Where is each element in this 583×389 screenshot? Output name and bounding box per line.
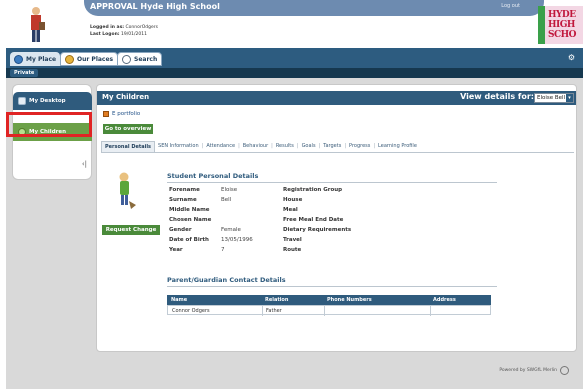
panel-header: My Children View details for: Eloise Bel… <box>97 91 576 105</box>
last-logon-date: 19/01/2011 <box>121 32 147 37</box>
app-header: APPROVAL Hyde High School Log out Logged… <box>0 0 583 48</box>
search-icon <box>122 54 131 64</box>
main-area: My Desktop My Children ‹| My Children Vi… <box>6 78 583 389</box>
home-icon <box>14 54 23 64</box>
merlin-logo-icon <box>560 366 569 375</box>
tab-our-places[interactable]: Our Places <box>60 52 119 66</box>
detail-row: Date of Birth 13/05/1996 Travel <box>169 237 302 243</box>
detail-row: Chosen Name Free Meal End Date <box>169 217 344 223</box>
student-details-title: Student Personal Details <box>167 172 259 180</box>
subtab-sen-information[interactable]: SEN Information <box>155 143 202 149</box>
view-details-label: View details for: <box>460 92 534 101</box>
tab-private[interactable]: Private <box>10 69 39 77</box>
highlight-box <box>6 112 92 137</box>
tab-my-place[interactable]: My Place <box>10 52 61 66</box>
subtab-personal-details[interactable]: Personal Details <box>101 140 156 152</box>
tab-search[interactable]: Search <box>117 52 163 66</box>
detail-row: Middle Name Meal <box>169 207 298 213</box>
logged-in-user: ConnorOdgers <box>125 25 158 30</box>
subtab-behaviour[interactable]: Behaviour <box>240 143 271 149</box>
request-change-button[interactable]: Request Change <box>102 225 160 235</box>
student-avatar-icon <box>119 172 136 209</box>
main-tab-bar: My Place Our Places Search ⚙ <box>6 48 583 68</box>
collapse-sidebar-icon[interactable]: ‹| <box>82 160 87 168</box>
go-to-overview-button[interactable]: Go to overview <box>103 124 153 134</box>
detail-row: Forename Eloise Registration Group <box>169 187 343 193</box>
sidebar-item-my-desktop[interactable]: My Desktop <box>13 92 92 110</box>
powered-by-footer: Powered by SWGfL Merlin <box>499 366 569 375</box>
globe-icon <box>65 54 74 64</box>
subtab-results[interactable]: Results <box>273 143 297 149</box>
subtab-targets[interactable]: Targets <box>320 143 344 149</box>
subtab-progress[interactable]: Progress <box>346 143 373 149</box>
school-banner: APPROVAL Hyde High School Log out <box>84 0 544 16</box>
detail-row: Gender Female Dietary Requirements <box>169 227 352 233</box>
chevron-down-icon: ▾ <box>566 94 573 102</box>
school-title: APPROVAL Hyde High School <box>90 2 220 11</box>
contact-details-title: Parent/Guardian Contact Details <box>167 276 286 284</box>
subtab-attendance[interactable]: Attendance <box>203 143 238 149</box>
desktop-icon <box>18 97 26 105</box>
settings-icon[interactable]: ⚙ <box>568 53 575 62</box>
portfolio-icon <box>103 111 109 117</box>
login-info: Logged in as: ConnorOdgers Last Logon: 1… <box>90 25 158 37</box>
student-select[interactable]: Eloise Bell ▾ <box>534 93 574 103</box>
eportfolio-link[interactable]: E portfolio <box>103 111 140 117</box>
contact-table-header: Name Relation Phone Numbers Address <box>167 295 491 305</box>
panel-title: My Children <box>102 93 150 101</box>
subtab-learning-profile[interactable]: Learning Profile <box>375 143 420 149</box>
student-logo-icon <box>31 7 45 42</box>
detail-row: Year 7 Route <box>169 247 302 253</box>
sub-tab-bar: Private <box>6 68 583 78</box>
logout-link[interactable]: Log out <box>501 3 520 9</box>
table-row: Connor Odgers Father <box>167 305 491 316</box>
my-children-panel: My Children View details for: Eloise Bel… <box>96 84 577 352</box>
school-logo: HYDE HIGH SCHO <box>538 6 583 44</box>
student-subtabs: Personal Details SEN Information | Attend… <box>101 140 574 153</box>
subtab-goals[interactable]: Goals <box>299 143 319 149</box>
detail-row: Surname Bell House <box>169 197 303 203</box>
